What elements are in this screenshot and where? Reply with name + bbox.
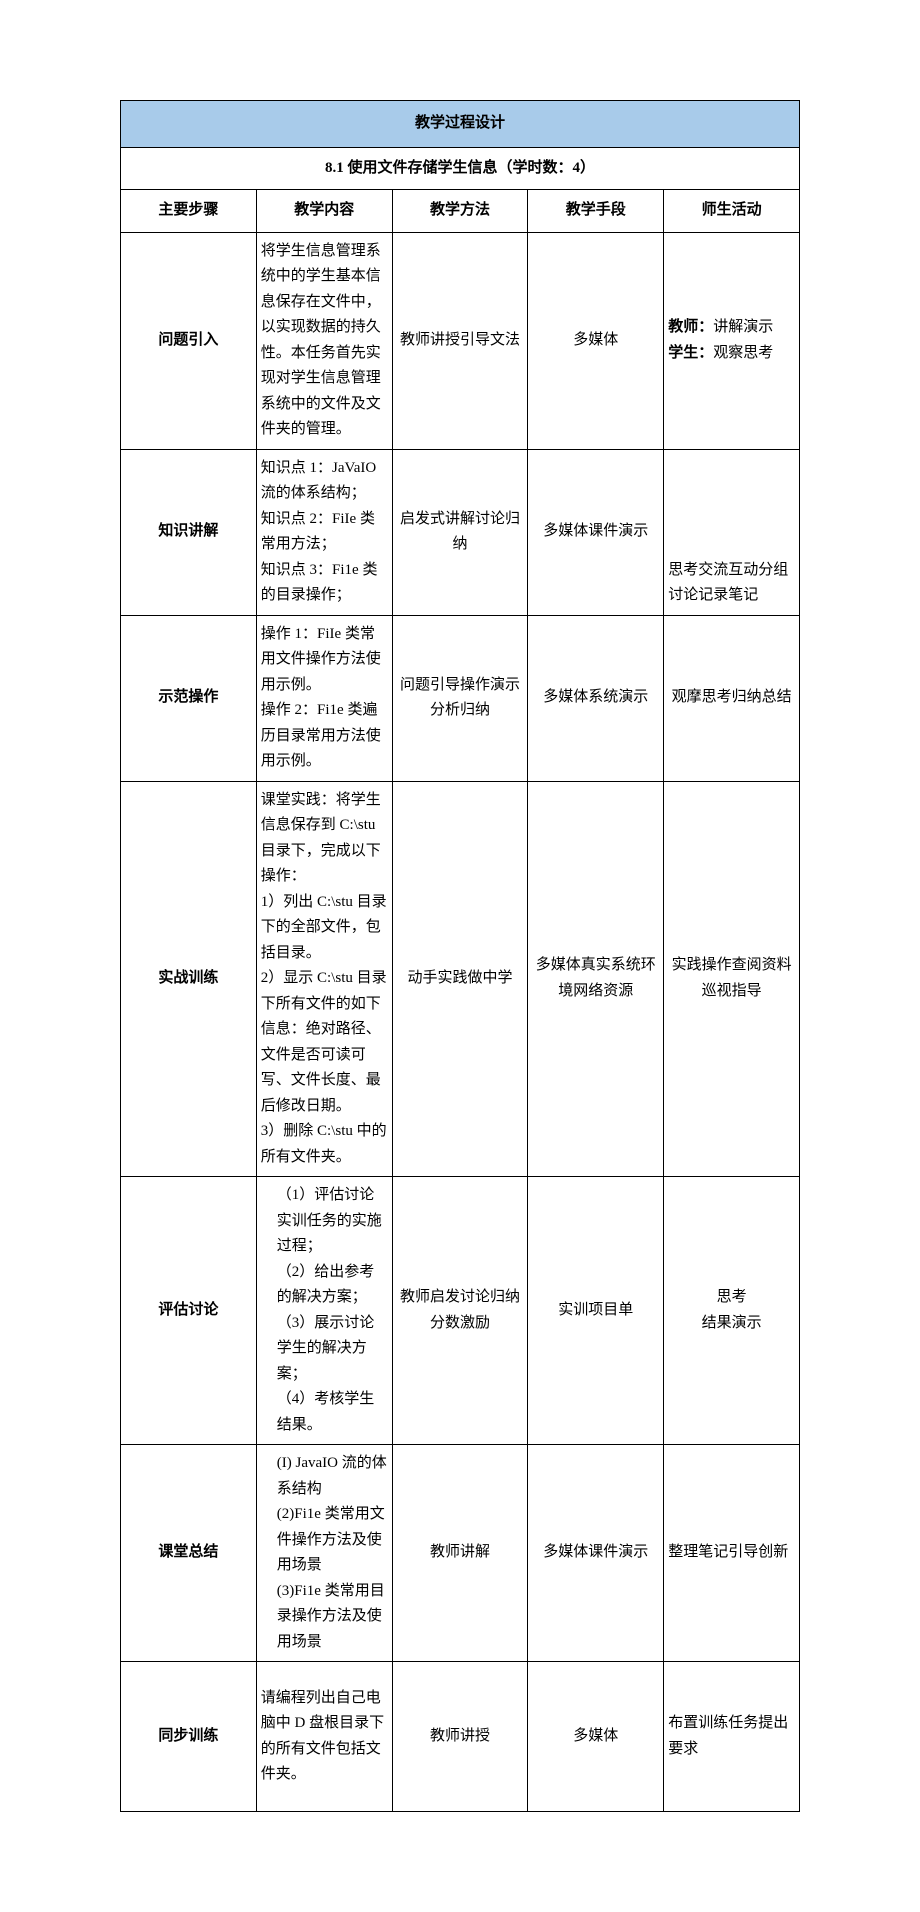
means-cell: 多媒体 bbox=[528, 232, 664, 449]
content-cell: (I) JavaIO 流的体系结构 (2)Fi1e 类常用文件操作方法及使用场景… bbox=[256, 1445, 392, 1662]
method-cell: 启发式讲解讨论归纳 bbox=[392, 449, 528, 615]
content-cell: 课堂实践：将学生信息保存到 C:\stu 目录下，完成以下操作： 1）列出 C:… bbox=[256, 781, 392, 1177]
activity-cell: 实践操作查阅资料巡视指导 bbox=[664, 781, 800, 1177]
method-cell: 问题引导操作演示分析归纳 bbox=[392, 615, 528, 781]
content-cell: 操作 1：FiIe 类常用文件操作方法使用示例。 操作 2：Fi1e 类遍历目录… bbox=[256, 615, 392, 781]
student-text: 观察思考 bbox=[713, 345, 773, 361]
teacher-text: 讲解演示 bbox=[713, 319, 773, 335]
teacher-label: 教师： bbox=[668, 319, 713, 335]
means-cell: 实训项目单 bbox=[528, 1177, 664, 1445]
header-means: 教学手段 bbox=[528, 190, 664, 233]
means-cell: 多媒体 bbox=[528, 1662, 664, 1812]
table-row: 同步训练 请编程列出自己电脑中 D 盘根目录下的所有文件包括文件夹。 教师讲授 … bbox=[121, 1662, 800, 1812]
table-row: 知识讲解 知识点 1：JaVaIO 流的体系结构； 知识点 2：FiIe 类常用… bbox=[121, 449, 800, 615]
means-cell: 多媒体系统演示 bbox=[528, 615, 664, 781]
means-cell: 多媒体课件演示 bbox=[528, 449, 664, 615]
header-content: 教学内容 bbox=[256, 190, 392, 233]
method-cell: 教师启发讨论归纳分数激励 bbox=[392, 1177, 528, 1445]
activity-cell: 整理笔记引导创新 bbox=[664, 1445, 800, 1662]
table-title: 教学过程设计 bbox=[121, 101, 800, 148]
header-method: 教学方法 bbox=[392, 190, 528, 233]
step-cell: 评估讨论 bbox=[121, 1177, 257, 1445]
content-cell: 将学生信息管理系统中的学生基本信息保存在文件中，以实现数据的持久性。本任务首先实… bbox=[256, 232, 392, 449]
activity-cell: 教师：讲解演示 学生：观察思考 bbox=[664, 232, 800, 449]
table-row: 评估讨论 （1）评估讨论实训任务的实施过程； （2）给出参考的解决方案； （3）… bbox=[121, 1177, 800, 1445]
activity-cell: 思考 结果演示 bbox=[664, 1177, 800, 1445]
header-activity: 师生活动 bbox=[664, 190, 800, 233]
content-cell: 请编程列出自己电脑中 D 盘根目录下的所有文件包括文件夹。 bbox=[256, 1662, 392, 1812]
method-cell: 教师讲授 bbox=[392, 1662, 528, 1812]
table-row: 示范操作 操作 1：FiIe 类常用文件操作方法使用示例。 操作 2：Fi1e … bbox=[121, 615, 800, 781]
step-cell: 知识讲解 bbox=[121, 449, 257, 615]
step-cell: 课堂总结 bbox=[121, 1445, 257, 1662]
table-row: 课堂总结 (I) JavaIO 流的体系结构 (2)Fi1e 类常用文件操作方法… bbox=[121, 1445, 800, 1662]
table-row: 问题引入 将学生信息管理系统中的学生基本信息保存在文件中，以实现数据的持久性。本… bbox=[121, 232, 800, 449]
means-cell: 多媒体课件演示 bbox=[528, 1445, 664, 1662]
method-cell: 教师讲授引导文法 bbox=[392, 232, 528, 449]
title-row: 教学过程设计 bbox=[121, 101, 800, 148]
step-cell: 实战训练 bbox=[121, 781, 257, 1177]
activity-cell: 观摩思考归纳总结 bbox=[664, 615, 800, 781]
content-cell: 知识点 1：JaVaIO 流的体系结构； 知识点 2：FiIe 类常用方法； 知… bbox=[256, 449, 392, 615]
content-cell: （1）评估讨论实训任务的实施过程； （2）给出参考的解决方案； （3）展示讨论学… bbox=[256, 1177, 392, 1445]
method-cell: 教师讲解 bbox=[392, 1445, 528, 1662]
table-subtitle: 8.1 使用文件存储学生信息（学时数：4） bbox=[121, 147, 800, 190]
step-cell: 示范操作 bbox=[121, 615, 257, 781]
subtitle-row: 8.1 使用文件存储学生信息（学时数：4） bbox=[121, 147, 800, 190]
method-cell: 动手实践做中学 bbox=[392, 781, 528, 1177]
step-cell: 同步训练 bbox=[121, 1662, 257, 1812]
lesson-plan-table: 教学过程设计 8.1 使用文件存储学生信息（学时数：4） 主要步骤 教学内容 教… bbox=[120, 100, 800, 1812]
activity-cell: 布置训练任务提出要求 bbox=[664, 1662, 800, 1812]
student-label: 学生： bbox=[668, 345, 713, 361]
table-row: 实战训练 课堂实践：将学生信息保存到 C:\stu 目录下，完成以下操作： 1）… bbox=[121, 781, 800, 1177]
step-cell: 问题引入 bbox=[121, 232, 257, 449]
header-row: 主要步骤 教学内容 教学方法 教学手段 师生活动 bbox=[121, 190, 800, 233]
header-step: 主要步骤 bbox=[121, 190, 257, 233]
means-cell: 多媒体真实系统环境网络资源 bbox=[528, 781, 664, 1177]
activity-cell: 思考交流互动分组讨论记录笔记 bbox=[664, 449, 800, 615]
